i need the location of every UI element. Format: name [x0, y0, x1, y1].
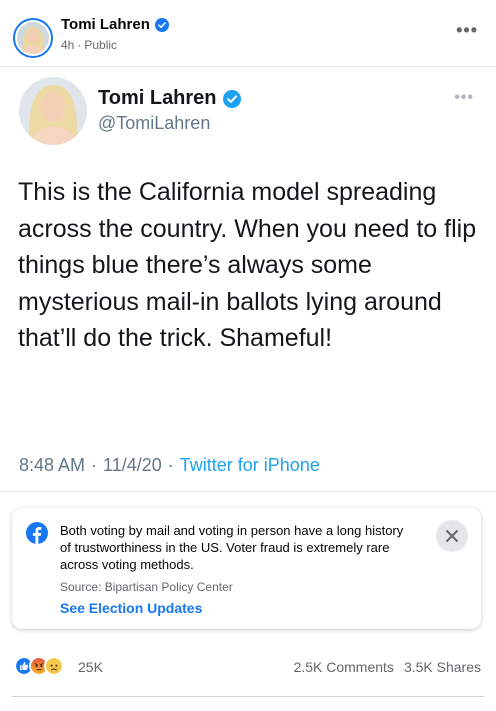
tweet-source: Twitter for iPhone [179, 455, 320, 475]
tweet-separator-2: · [167, 455, 174, 475]
reaction-icons[interactable] [14, 656, 64, 676]
tweet-footer: 8:48 AM · 11/4/20 · Twitter for iPhone [19, 455, 320, 476]
see-election-updates-link[interactable]: See Election Updates [60, 600, 202, 616]
verified-badge-icon [154, 17, 169, 32]
tweet-time: 8:48 AM [19, 455, 86, 475]
shares-count[interactable]: 3.5K Shares [404, 659, 481, 675]
action-divider [12, 696, 484, 697]
comments-count[interactable]: 2.5K Comments [294, 659, 394, 675]
post-visibility: Public [84, 38, 118, 52]
meta-separator: · [77, 38, 82, 52]
facebook-logo-icon [26, 522, 48, 544]
election-info-notice: Both voting by mail and voting in person… [12, 508, 481, 629]
post-options-button[interactable]: ••• [456, 21, 478, 39]
tweet-handle: @TomiLahren [98, 113, 211, 133]
facebook-post: Tomi Lahren 4h · Public ••• Tomi Lahren [0, 0, 496, 711]
post-header: Tomi Lahren 4h · Public ••• [0, 0, 496, 66]
engagement-bar: 25K 2.5K Comments 3.5K Shares [0, 650, 496, 684]
notice-source: Source: Bipartisan Policy Center [60, 580, 233, 594]
tweet-avatar [19, 77, 87, 145]
author-avatar[interactable] [13, 18, 53, 58]
twitter-verified-icon [222, 89, 241, 108]
post-stats: 2.5K Comments 3.5K Shares [294, 659, 481, 675]
close-icon [446, 530, 458, 542]
tweet-date: 11/4/20 [103, 455, 162, 475]
author-name[interactable]: Tomi Lahren [61, 16, 150, 33]
tweet-separator: · [91, 455, 98, 475]
embedded-tweet-image[interactable]: Tomi Lahren @TomiLahren ••• This is the … [0, 66, 496, 492]
post-meta: 4h · Public [61, 38, 117, 52]
notice-message: Both voting by mail and voting in person… [60, 523, 404, 572]
close-notice-button[interactable] [436, 520, 468, 552]
avatar-photo [17, 22, 49, 54]
reaction-count[interactable]: 25K [78, 659, 103, 675]
tweet-author-name: Tomi Lahren [98, 87, 217, 109]
sad-icon [44, 656, 64, 676]
tweet-text: This is the California model spreading a… [18, 178, 477, 352]
author-row: Tomi Lahren [61, 16, 169, 33]
tweet-author-row: Tomi Lahren [98, 87, 241, 110]
post-time[interactable]: 4h [61, 38, 74, 52]
tweet-more-icon: ••• [454, 89, 474, 106]
